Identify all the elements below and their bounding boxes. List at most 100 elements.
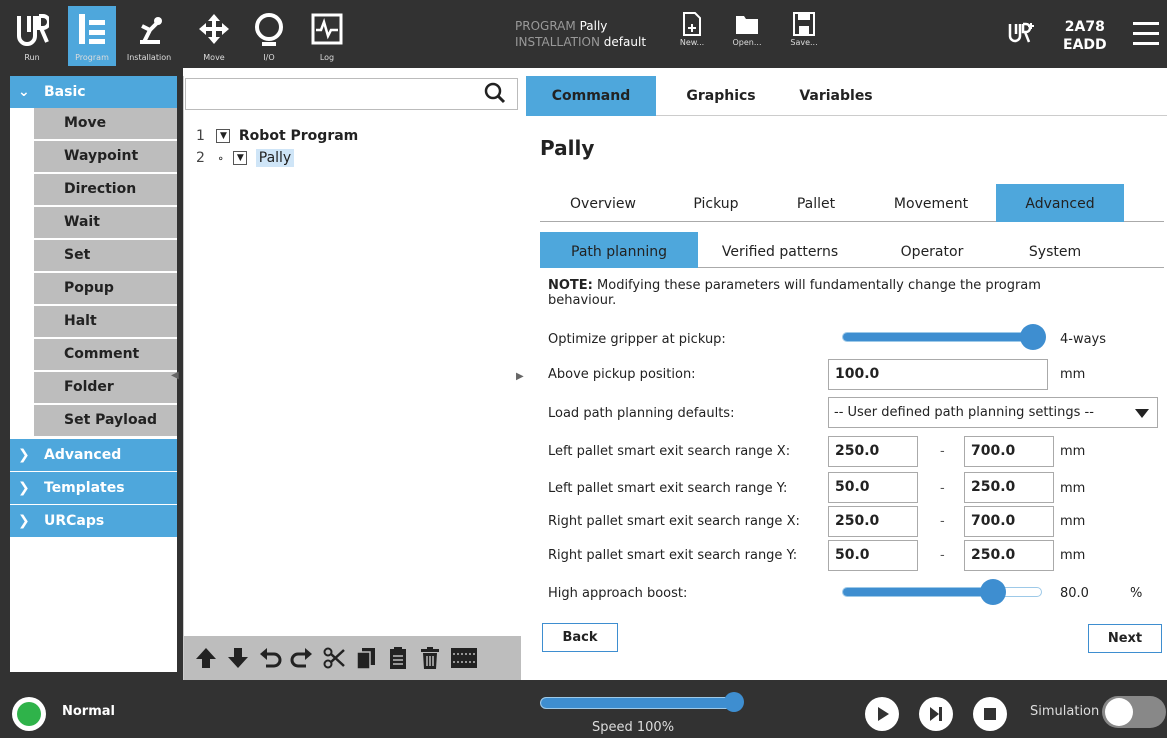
dropdown-arrow-icon	[1135, 409, 1149, 418]
expand-triangle-icon[interactable]: ▼	[216, 129, 231, 143]
urcap-node-icon: ⚬	[216, 154, 225, 165]
range-min-input[interactable]: 250.0	[828, 506, 918, 537]
range-max-input[interactable]: 700.0	[964, 436, 1054, 467]
boost-thumb[interactable]	[980, 579, 1006, 605]
play-icon	[878, 707, 889, 721]
tab-pallet[interactable]: Pallet	[766, 184, 866, 222]
chevron-down-icon: ⌄	[18, 84, 30, 100]
copy-icon[interactable]	[354, 646, 378, 670]
tab-command[interactable]: Command	[526, 76, 656, 116]
robot-status-text: Normal	[62, 704, 115, 719]
search-icon[interactable]	[484, 82, 506, 104]
menu-hamburger-icon[interactable]	[1133, 22, 1159, 52]
node-halt[interactable]: Halt	[34, 306, 177, 338]
tab-pickup[interactable]: Pickup	[666, 184, 766, 222]
next-button[interactable]: Next	[1088, 624, 1162, 653]
tab-variables[interactable]: Variables	[786, 76, 886, 116]
node-waypoint[interactable]: Waypoint	[34, 141, 177, 173]
save-file-button[interactable]: Save...	[779, 12, 829, 47]
paste-icon[interactable]	[386, 646, 410, 670]
play-button[interactable]	[865, 697, 899, 731]
log-icon	[311, 13, 343, 45]
category-basic[interactable]: ⌄ Basic	[10, 76, 177, 108]
category-advanced[interactable]: ❯ Advanced	[10, 439, 177, 471]
range-dash: -	[940, 548, 945, 563]
ur-logo-icon	[17, 14, 51, 46]
simulation-toggle[interactable]	[1102, 696, 1166, 728]
tab-movement[interactable]: Movement	[866, 184, 996, 222]
robot-status-button[interactable]	[12, 697, 46, 731]
top-bar: Run Program Installation Move I/O Log PR…	[0, 0, 1167, 68]
collapse-tree-handle[interactable]: ▶	[516, 371, 524, 382]
move-up-icon[interactable]	[194, 646, 218, 670]
range-max-input[interactable]: 250.0	[964, 472, 1054, 503]
range-min-input[interactable]: 250.0	[828, 436, 918, 467]
range-max-input[interactable]: 250.0	[964, 540, 1054, 571]
open-folder-icon	[736, 16, 758, 34]
node-folder[interactable]: Folder	[34, 372, 177, 404]
tree-row[interactable]: 1 ▼ Robot Program	[196, 128, 358, 144]
new-file-button[interactable]: New...	[667, 12, 717, 47]
node-popup[interactable]: Popup	[34, 273, 177, 305]
boost-unit: %	[1130, 586, 1143, 601]
expand-triangle-icon[interactable]: ▼	[233, 151, 248, 165]
tree-row[interactable]: 2 ⚬ ▼ Pally	[196, 149, 295, 167]
program-icon	[79, 14, 105, 44]
tab-verified-patterns[interactable]: Verified patterns	[698, 232, 862, 268]
defaults-dropdown[interactable]: -- User defined path planning settings -…	[828, 397, 1158, 428]
step-button[interactable]	[919, 697, 953, 731]
node-move[interactable]: Move	[34, 108, 177, 140]
tree-search-input[interactable]	[185, 78, 518, 110]
step-icon	[930, 707, 942, 721]
above-pickup-input[interactable]: 100.0	[828, 359, 1048, 390]
tab-graphics[interactable]: Graphics	[656, 76, 786, 116]
pally-tabs: Overview Pickup Pallet Movement Advanced	[540, 184, 1164, 222]
speed-slider[interactable]	[540, 697, 740, 709]
above-pickup-unit: mm	[1060, 367, 1086, 382]
stop-icon	[984, 708, 996, 720]
open-file-button[interactable]: Open...	[722, 12, 772, 47]
undo-icon[interactable]	[258, 646, 282, 670]
above-pickup-label: Above pickup position:	[548, 367, 696, 382]
io-icon	[255, 13, 283, 46]
range-unit: mm	[1060, 481, 1086, 496]
node-set[interactable]: Set	[34, 240, 177, 272]
io-nav-button[interactable]: I/O	[245, 6, 293, 66]
node-set-payload[interactable]: Set Payload	[34, 405, 177, 437]
optimize-gripper-slider[interactable]	[842, 332, 1042, 342]
tab-advanced[interactable]: Advanced	[996, 184, 1124, 222]
optimize-gripper-thumb[interactable]	[1020, 324, 1046, 350]
range-dash: -	[940, 444, 945, 459]
category-urcaps[interactable]: ❯ URCaps	[10, 505, 177, 537]
tab-path-planning[interactable]: Path planning	[540, 232, 698, 268]
installation-nav-button[interactable]: Installation	[125, 6, 173, 66]
cut-icon[interactable]	[322, 646, 346, 670]
speed-thumb[interactable]	[724, 692, 744, 712]
range-min-input[interactable]: 50.0	[828, 472, 918, 503]
category-templates[interactable]: ❯ Templates	[10, 472, 177, 504]
back-button[interactable]: Back	[542, 623, 618, 652]
boost-label: High approach boost:	[548, 586, 688, 601]
delete-icon[interactable]	[418, 646, 442, 670]
program-nav-button[interactable]: Program	[68, 6, 116, 66]
log-nav-button[interactable]: Log	[303, 6, 351, 66]
run-nav-button[interactable]: Run	[8, 6, 56, 66]
boost-slider[interactable]	[842, 587, 1042, 597]
range-dash: -	[940, 481, 945, 496]
range-label: Right pallet smart exit search range Y:	[548, 548, 798, 563]
defaults-label: Load path planning defaults:	[548, 406, 735, 421]
tab-operator[interactable]: Operator	[862, 232, 1002, 268]
node-comment[interactable]: Comment	[34, 339, 177, 371]
tab-system[interactable]: System	[1002, 232, 1108, 268]
stop-button[interactable]	[973, 697, 1007, 731]
move-down-icon[interactable]	[226, 646, 250, 670]
tab-overview[interactable]: Overview	[540, 184, 666, 222]
node-direction[interactable]: Direction	[34, 174, 177, 206]
collapse-sidebar-handle[interactable]: ◀	[171, 370, 179, 381]
node-wait[interactable]: Wait	[34, 207, 177, 239]
move-nav-button[interactable]: Move	[190, 6, 238, 66]
range-max-input[interactable]: 700.0	[964, 506, 1054, 537]
redo-icon[interactable]	[290, 646, 314, 670]
range-min-input[interactable]: 50.0	[828, 540, 918, 571]
suppress-icon[interactable]	[450, 646, 478, 670]
